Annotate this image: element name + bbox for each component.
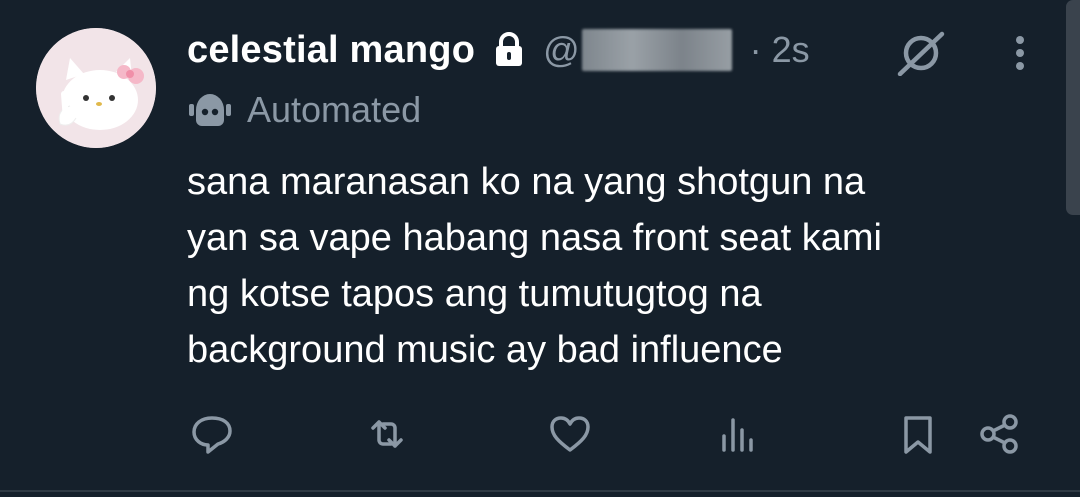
tweet-header: celestial mango @ · 2s: [187, 22, 810, 78]
tweet-text-line: background music ay bad influence: [187, 329, 783, 371]
handle-prefix: @: [543, 29, 580, 70]
tweet-text: sana maranasan ko na yang shotgun na yan…: [187, 154, 1047, 378]
tweet[interactable]: celestial mango @ · 2s Automated sana ma…: [0, 0, 1080, 497]
more-vertical-icon[interactable]: [1006, 34, 1034, 74]
handle-redacted: [581, 29, 732, 71]
repost-icon[interactable]: [363, 410, 411, 458]
automated-badge: Automated: [187, 86, 421, 134]
tweet-text-line: sana maranasan ko na yang shotgun na: [187, 161, 866, 203]
reply-icon[interactable]: [188, 410, 236, 458]
grok-icon[interactable]: [896, 30, 946, 77]
divider: [0, 490, 1080, 492]
lock-icon: [493, 32, 525, 68]
share-icon[interactable]: [976, 410, 1024, 458]
bot-icon: [187, 90, 233, 130]
timestamp[interactable]: · 2s: [750, 29, 810, 71]
automated-label: Automated: [247, 89, 422, 130]
avatar[interactable]: [36, 28, 156, 148]
display-name[interactable]: celestial mango: [187, 29, 475, 72]
handle[interactable]: @: [543, 29, 732, 71]
tweet-text-line: ng kotse tapos ang tumutugtog na: [187, 273, 762, 315]
scrollbar[interactable]: [1066, 0, 1080, 215]
action-bar: [0, 410, 1080, 466]
bookmark-icon[interactable]: [894, 410, 942, 458]
tweet-text-line: yan sa vape habang nasa front seat kami: [187, 217, 883, 259]
like-icon[interactable]: [546, 410, 594, 458]
views-icon[interactable]: [714, 410, 762, 458]
